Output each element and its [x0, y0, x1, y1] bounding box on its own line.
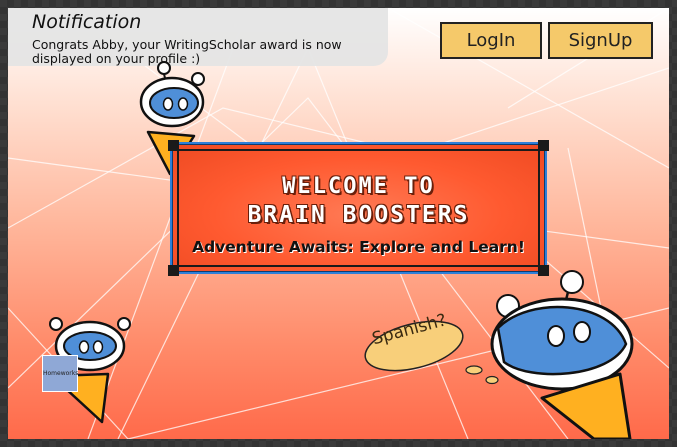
welcome-banner: WELCOME TO BRAIN BOOSTERS Adventure Awai…	[168, 140, 549, 276]
banner-subtitle: Adventure Awaits: Explore and Learn!	[192, 238, 525, 256]
homeworks-button[interactable]: Homeworks	[42, 355, 78, 392]
page-background: Notification Congrats Abby, your Writing…	[8, 8, 669, 439]
notification-title: Notification	[32, 11, 142, 33]
login-button[interactable]: LogIn	[440, 22, 542, 59]
banner-corner	[538, 140, 549, 151]
notification-panel: Notification Congrats Abby, your Writing…	[8, 8, 388, 66]
signup-button[interactable]: SignUp	[548, 22, 653, 59]
banner-title-line-2: BRAIN BOOSTERS	[247, 202, 470, 228]
banner-title-line-1: WELCOME TO	[282, 174, 435, 199]
banner-corner	[168, 265, 179, 276]
banner-corner	[168, 140, 179, 151]
robot-mascot-large-icon	[490, 270, 634, 439]
